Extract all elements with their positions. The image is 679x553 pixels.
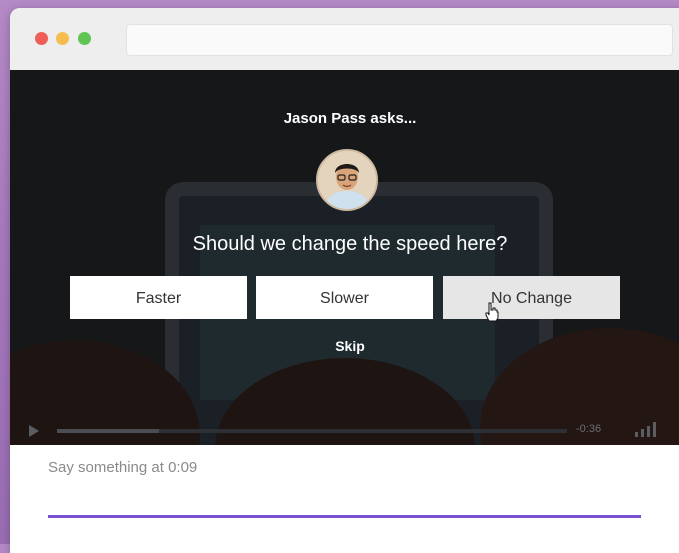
browser-window: Jason Pass asks... Should we change the … <box>10 8 679 553</box>
volume-icon[interactable] <box>634 420 660 438</box>
skip-button[interactable]: Skip <box>10 338 679 354</box>
maximize-window-button[interactable] <box>78 32 91 45</box>
no-change-button[interactable]: No Change <box>443 276 620 319</box>
asker-label: Jason Pass asks... <box>283 110 417 127</box>
avatar-portrait-icon <box>318 151 376 209</box>
close-window-button[interactable] <box>35 32 48 45</box>
minimize-window-button[interactable] <box>56 32 69 45</box>
comment-input-underline <box>48 515 641 518</box>
progress-bar[interactable] <box>57 429 567 433</box>
faster-button[interactable]: Faster <box>70 276 247 319</box>
progress-fill <box>57 429 159 433</box>
question-text: Should we change the speed here? <box>192 233 508 255</box>
video-player[interactable]: Jason Pass asks... Should we change the … <box>10 70 679 445</box>
comment-input-placeholder[interactable]: Say something at 0:09 <box>48 459 197 476</box>
time-remaining: -0:36 <box>576 423 602 435</box>
play-icon[interactable] <box>28 424 40 438</box>
title-bar <box>10 8 679 71</box>
slower-button[interactable]: Slower <box>256 276 433 319</box>
address-bar[interactable] <box>126 24 673 56</box>
hand-cursor-icon <box>485 302 499 322</box>
avatar <box>316 149 378 211</box>
player-controls: -0:36 <box>10 415 679 445</box>
